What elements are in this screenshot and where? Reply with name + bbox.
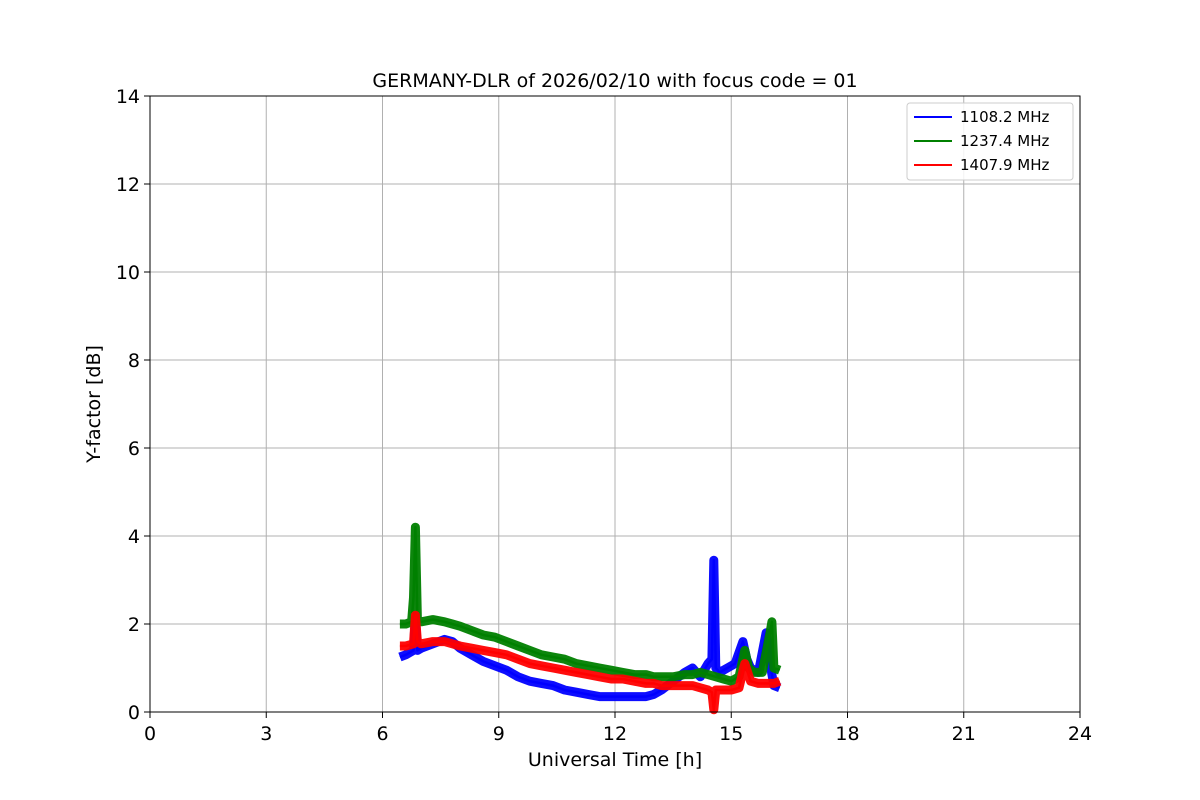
- x-tick-label-8: 24: [1068, 723, 1092, 745]
- y-axis-title: Y-factor [dB]: [83, 345, 105, 464]
- x-tick-label-5: 15: [719, 723, 743, 745]
- x-tick-label-2: 6: [376, 723, 388, 745]
- legend-label-0: 1108.2 MHz: [960, 108, 1049, 126]
- x-tick-label-0: 0: [144, 723, 156, 745]
- y-tick-label-0: 0: [128, 702, 140, 724]
- legend-label-1: 1237.4 MHz: [960, 132, 1049, 150]
- y-tick-label-5: 10: [116, 262, 140, 284]
- y-tick-label-1: 2: [128, 614, 140, 636]
- chart-title: GERMANY-DLR of 2026/02/10 with focus cod…: [372, 70, 857, 92]
- x-tick-label-6: 18: [835, 723, 859, 745]
- x-tick-label-1: 3: [260, 723, 272, 745]
- x-tick-label-7: 21: [952, 723, 976, 745]
- x-tick-label-3: 9: [493, 723, 505, 745]
- y-tick-label-3: 6: [128, 438, 140, 460]
- x-tick-label-4: 12: [603, 723, 627, 745]
- y-tick-label-6: 12: [116, 174, 140, 196]
- y-tick-label-4: 8: [128, 350, 140, 372]
- line-chart: 0 3 6 9 12 15 18 21 2402468101214 GERMANY-DLR of…: [0, 0, 1200, 800]
- legend: 1108.2 MHz 1237.4 MHz 1407.9 MHz: [906, 102, 1074, 181]
- y-tick-label-7: 14: [116, 86, 140, 108]
- y-tick-label-2: 4: [128, 526, 140, 548]
- x-axis-title: Universal Time [h]: [528, 749, 702, 771]
- legend-label-2: 1407.9 MHz: [960, 156, 1049, 174]
